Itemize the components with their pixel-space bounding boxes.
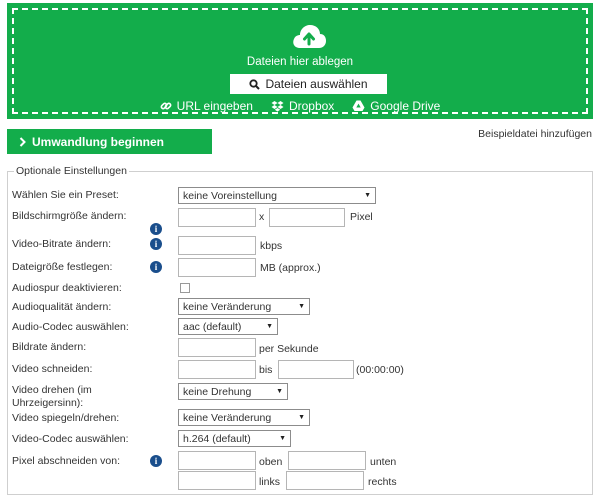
preset-value: keine Voreinstellung [183,189,277,202]
video-codec-value: h.264 (default) [183,432,251,445]
mirror-value: keine Veränderung [183,411,272,424]
cloud-upload-icon [293,25,326,48]
crop-right-input[interactable] [286,471,364,490]
file-size-label: Dateigröße festlegen: [12,261,113,273]
screen-height-input[interactable] [269,208,345,227]
screen-width-input[interactable] [178,208,256,227]
dropbox-icon [271,101,284,112]
video-bitrate-input[interactable] [178,236,256,255]
disable-audio-label: Audiospur deaktivieren: [12,282,122,294]
frame-rate-input[interactable] [178,338,256,357]
crop-right-label: rechts [368,476,397,488]
google-drive-source-link[interactable]: Google Drive [352,99,440,113]
preset-label: Wählen Sie ein Preset: [12,189,119,201]
dropbox-source-link[interactable]: Dropbox [271,99,334,113]
crop-left-label: links [259,476,281,488]
screen-size-label: Bildschirmgröße ändern: [12,210,127,222]
mirror-label: Video spiegeln/drehen: [12,412,120,424]
cut-start-input[interactable] [178,360,256,379]
screen-size-info-icon[interactable]: i [150,223,162,235]
video-bitrate-label: Video-Bitrate ändern: [12,238,112,250]
crop-left-input[interactable] [178,471,256,490]
crop-top-label: oben [259,456,283,468]
upload-drop-zone[interactable]: Dateien hier ablegen Dateien auswählen U… [7,3,593,119]
dropdown-arrow-icon: ▼ [364,192,371,199]
crop-bottom-label: unten [370,456,397,468]
audio-codec-select[interactable]: aac (default) ▼ [178,318,278,335]
audio-codec-value: aac (default) [183,320,242,333]
audio-quality-value: keine Veränderung [183,300,272,313]
audio-quality-select[interactable]: keine Veränderung ▼ [178,298,310,315]
video-codec-label: Video-Codec auswählen: [12,433,129,445]
audio-quality-label: Audioqualität ändern: [12,301,112,313]
cut-video-format-hint: (00:00:00) [356,364,404,376]
crop-info-icon[interactable]: i [150,455,162,467]
mirror-select[interactable]: keine Veränderung ▼ [178,409,310,426]
frame-rate-label: Bildrate ändern: [12,341,87,353]
dropdown-arrow-icon: ▼ [298,414,305,421]
search-icon [249,78,261,90]
screen-size-separator: x [259,211,265,223]
preset-select[interactable]: keine Voreinstellung ▼ [178,187,376,204]
drop-zone-border: Dateien hier ablegen Dateien auswählen U… [12,8,588,114]
dropbox-source-label: Dropbox [288,99,335,113]
crop-label: Pixel abschneiden von: [12,455,120,467]
dropdown-arrow-icon: ▼ [298,303,305,310]
file-size-unit: MB (approx.) [260,262,321,274]
chevron-right-icon [19,136,26,147]
select-files-button[interactable]: Dateien auswählen [230,74,387,94]
crop-bottom-input[interactable] [288,451,366,470]
file-size-info-icon[interactable]: i [150,261,162,273]
frame-rate-unit: per Sekunde [259,343,319,355]
google-drive-icon [352,100,365,111]
dropdown-arrow-icon: ▼ [279,435,286,442]
upload-sources: URL eingeben Dropbox Google Drive [14,99,586,113]
cut-video-label: Video schneiden: [12,363,93,375]
cut-video-separator: bis [259,364,273,376]
drop-title: Dateien hier ablegen [246,56,354,68]
file-size-input[interactable] [178,258,256,277]
video-bitrate-info-icon[interactable]: i [150,238,162,250]
rotate-value: keine Drehung [183,385,252,398]
add-sample-file-link[interactable]: Beispieldatei hinzufügen [478,128,592,140]
screen-size-unit: Pixel [350,211,373,223]
select-files-label: Dateien auswählen [265,77,368,91]
dropdown-arrow-icon: ▼ [266,323,273,330]
cut-end-input[interactable] [278,360,354,379]
rotate-select[interactable]: keine Drehung ▼ [178,383,288,400]
url-source-link[interactable]: URL eingeben [160,99,253,113]
link-icon [160,102,172,110]
audio-codec-label: Audio-Codec auswählen: [12,321,129,333]
dropdown-arrow-icon: ▼ [276,388,283,395]
optional-settings-legend: Optionale Einstellungen [16,165,127,177]
start-conversion-label: Umwandlung beginnen [32,134,164,149]
video-bitrate-unit: kbps [260,240,283,252]
rotate-label: Video drehen (im Uhrzeigersinn): [12,384,92,409]
google-drive-source-label: Google Drive [370,99,441,113]
disable-audio-checkbox[interactable] [180,283,190,293]
video-codec-select[interactable]: h.264 (default) ▼ [178,430,291,447]
url-source-label: URL eingeben [176,99,253,113]
start-conversion-button[interactable]: Umwandlung beginnen [7,129,212,154]
crop-top-input[interactable] [178,451,256,470]
